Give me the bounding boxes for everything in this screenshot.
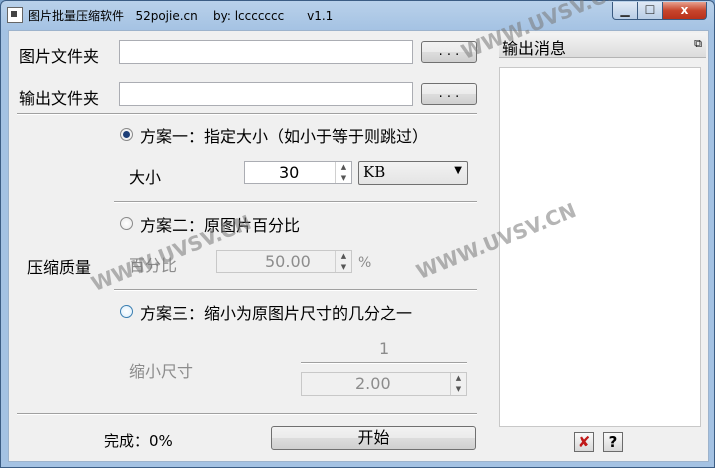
input-folder-field[interactable] — [119, 40, 413, 64]
chevron-down-icon: ▼ — [454, 165, 462, 176]
scale-label: 缩小尺寸 — [129, 362, 194, 381]
status-text: 完成：0% — [104, 432, 173, 450]
option1-label[interactable]: 方案一：指定大小（如小于等于则跳过） — [140, 123, 428, 147]
size-spinbox[interactable]: 30 ▲ ▼ — [244, 161, 352, 184]
main-window: 图片批量压缩软件 52pojie.cn by: lccccccc v1.1 ▁ … — [0, 0, 715, 468]
title-bar[interactable]: 图片批量压缩软件 52pojie.cn by: lccccccc v1.1 ▁ … — [1, 1, 714, 29]
size-spin-arrows[interactable]: ▲ ▼ — [335, 162, 351, 183]
percent-spinbox[interactable]: 50.00 ▲ ▼ — [216, 250, 352, 273]
size-label: 大小 — [129, 168, 162, 187]
divider — [114, 289, 477, 291]
output-panel-header: 输出消息 ⧉ — [499, 33, 706, 58]
scale-numerator: 1 — [379, 339, 390, 358]
option1-radio[interactable] — [120, 128, 133, 141]
maximize-button[interactable]: ☐ — [637, 2, 663, 20]
percent-label: 百分比 — [129, 256, 178, 275]
unit-select[interactable]: KB ▼ — [358, 161, 468, 185]
percent-spin-arrows[interactable]: ▲ ▼ — [335, 251, 351, 272]
app-icon — [7, 7, 23, 23]
size-value[interactable]: 30 — [279, 163, 299, 182]
input-folder-label: 图片文件夹 — [19, 47, 100, 66]
output-panel-title: 输出消息 — [502, 39, 567, 58]
unit-value: KB — [363, 163, 386, 181]
compress-quality-label: 压缩质量 — [27, 258, 92, 277]
divider — [17, 413, 477, 415]
output-messages-box[interactable] — [499, 67, 701, 427]
percent-value[interactable]: 50.00 — [265, 252, 311, 271]
divider — [114, 201, 477, 203]
option3-radio[interactable] — [120, 305, 133, 318]
minimize-button[interactable]: ▁ — [612, 2, 638, 20]
divider — [17, 113, 477, 115]
fraction-bar — [301, 362, 467, 364]
float-panel-icon[interactable]: ⧉ — [694, 37, 702, 51]
output-folder-label: 输出文件夹 — [19, 89, 100, 108]
output-folder-field[interactable] — [119, 82, 413, 106]
start-button[interactable]: 开始 — [271, 426, 476, 450]
client-area: 图片文件夹 . . . 输出文件夹 . . . 方案一：指定大小（如小于等于则跳… — [8, 30, 709, 462]
percent-unit: % — [358, 255, 372, 271]
scale-denominator-value[interactable]: 2.00 — [355, 374, 391, 393]
window-title: 图片批量压缩软件 52pojie.cn by: lccccccc v1.1 — [28, 9, 334, 23]
option3-label[interactable]: 方案三：缩小为原图片尺寸的几分之一 — [140, 300, 412, 324]
help-icon[interactable]: ? — [603, 432, 623, 452]
clear-icon[interactable]: ✘ — [574, 432, 594, 452]
option2-radio[interactable] — [120, 217, 133, 230]
output-folder-browse-button[interactable]: . . . — [421, 83, 477, 105]
input-folder-browse-button[interactable]: . . . — [421, 41, 477, 63]
scale-denominator-spinbox[interactable]: 2.00 ▲ ▼ — [301, 372, 467, 396]
option2-label[interactable]: 方案二：原图片百分比 — [140, 212, 300, 236]
close-button[interactable]: x — [662, 2, 707, 20]
scale-spin-arrows[interactable]: ▲ ▼ — [450, 373, 466, 395]
